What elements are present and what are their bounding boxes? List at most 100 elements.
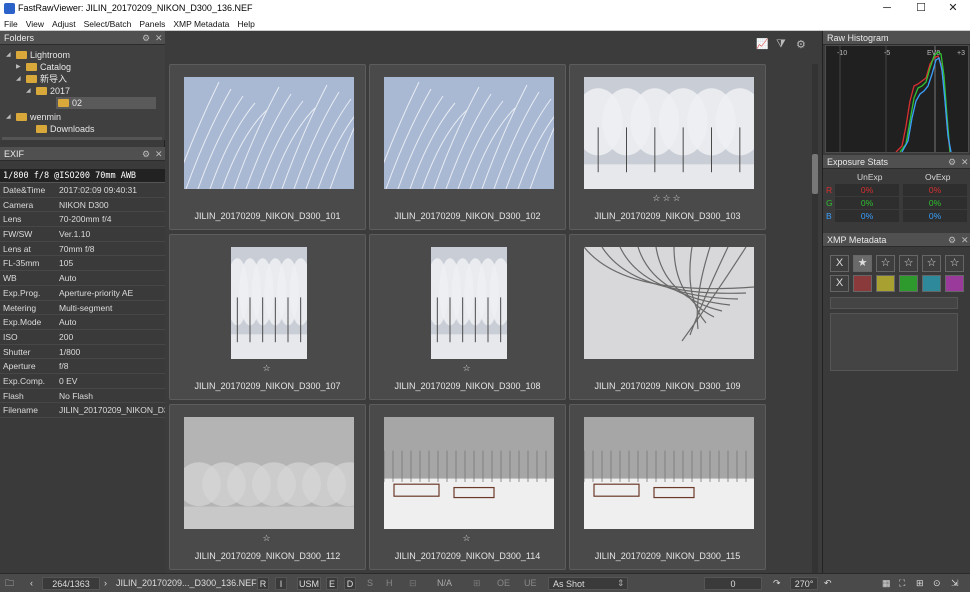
rotation-value[interactable]: 270° [790, 577, 818, 590]
rotate-icon[interactable]: ↷ [773, 577, 781, 590]
usm-toggle[interactable]: USM [297, 577, 321, 590]
rating-stars[interactable]: ☆ [170, 533, 365, 544]
maximize-button[interactable]: ☐ [904, 0, 938, 18]
exposure-value[interactable]: 0 [704, 577, 762, 590]
image-toggle[interactable]: I [275, 577, 287, 590]
settings-icon[interactable]: ⊙ [933, 577, 941, 590]
filter-icon[interactable]: ⧩ [776, 38, 786, 51]
tree-expander-icon[interactable]: ◢ [16, 73, 21, 85]
color-label-swatch[interactable] [922, 275, 941, 292]
thumbnail-image[interactable] [583, 247, 754, 359]
xmp-description-field[interactable] [830, 313, 958, 371]
star-icon[interactable]: ★ [853, 255, 872, 272]
thumbnail-cell[interactable]: JILIN_20170209_NIKON_D300_102 [369, 64, 566, 230]
close-icon[interactable]: ✕ [961, 233, 969, 247]
rating-stars[interactable]: ☆ [170, 363, 365, 374]
gear-icon[interactable]: ⚙ [796, 38, 806, 51]
histogram-toggle-icon[interactable]: 📈 [756, 39, 768, 50]
rating-stars[interactable]: ☆ [370, 363, 565, 374]
thumbnail-image[interactable] [430, 247, 507, 359]
thumbnail-image[interactable] [583, 77, 754, 189]
grid-scrollbar[interactable] [812, 64, 818, 573]
rating-stars[interactable]: ☆☆☆ [570, 193, 765, 204]
close-button[interactable]: ✕ [936, 0, 970, 18]
color-label-swatch[interactable] [899, 275, 918, 292]
compare-icon[interactable]: ⊞ [916, 577, 924, 590]
menu-file[interactable]: File [0, 18, 22, 30]
raw-toggle[interactable]: R [257, 577, 269, 590]
menu-view[interactable]: View [22, 18, 48, 30]
thumbnail-image[interactable] [183, 417, 354, 529]
folders-hscroll[interactable] [2, 137, 162, 140]
thumbnail-image[interactable] [230, 247, 307, 359]
grid-view-icon[interactable]: ▦ [882, 577, 891, 590]
star-icon[interactable]: ☆ [922, 255, 941, 272]
menu-adjust[interactable]: Adjust [48, 18, 80, 30]
thumbnail-cell[interactable]: JILIN_20170209_NIKON_D300_115 [569, 404, 766, 570]
next-icon[interactable]: › [104, 577, 107, 590]
fit-icon[interactable]: ⛶ [899, 577, 905, 590]
gear-icon[interactable]: ⚙ [142, 147, 150, 161]
thumbnail-cell[interactable]: JILIN_20170209_NIKON_D300_109 [569, 234, 766, 400]
folder-open-icon[interactable]: 🗀 [5, 577, 14, 590]
star-icon[interactable]: ☆ [876, 255, 895, 272]
thumbnail-cell[interactable]: ☆ JILIN_20170209_NIKON_D300_108 [369, 234, 566, 400]
s-toggle[interactable]: S [367, 577, 373, 590]
e-toggle[interactable]: E [326, 577, 338, 590]
menu-select-batch[interactable]: Select/Batch [80, 18, 136, 30]
menu-help[interactable]: Help [233, 18, 258, 30]
thumbnail-cell[interactable]: ☆ JILIN_20170209_NIKON_D300_107 [169, 234, 366, 400]
tree-expander-icon[interactable]: ▶ [16, 61, 21, 73]
star-icon[interactable]: ☆ [899, 255, 918, 272]
ue-toggle[interactable]: UE [524, 577, 537, 590]
tree-item-lightroom[interactable]: ◢ Lightroom [6, 49, 70, 61]
minimize-button[interactable]: ─ [870, 0, 904, 18]
thumbnail-image[interactable] [583, 417, 754, 529]
thumbnail-image[interactable] [183, 77, 354, 189]
oe-toggle[interactable]: OE [497, 577, 510, 590]
tree-expander-icon[interactable]: ◢ [6, 111, 11, 123]
gear-icon[interactable]: ⚙ [948, 233, 956, 247]
scrollbar-thumb[interactable] [812, 154, 818, 194]
h-toggle[interactable]: H [386, 577, 393, 590]
menu-panels[interactable]: Panels [135, 18, 169, 30]
tree-item-02[interactable]: 02 [56, 97, 156, 109]
tree-expander-icon[interactable]: ◢ [26, 85, 31, 97]
rating-stars[interactable]: ☆ [370, 533, 565, 544]
tree-item-import[interactable]: ◢ 新导入 [16, 73, 67, 85]
gear-icon[interactable]: ⚙ [142, 31, 150, 45]
color-label-swatch[interactable] [945, 275, 964, 292]
chevron-down-icon[interactable]: ⇕ [617, 577, 625, 590]
thumbnail-cell[interactable]: JILIN_20170209_NIKON_D300_101 [169, 64, 366, 230]
no-label-button[interactable]: X [830, 275, 849, 292]
tree-item-wenmin[interactable]: ◢ wenmin [6, 111, 61, 123]
close-icon[interactable]: ✕ [155, 31, 163, 45]
histogram-graph: -10 -5 EV0 +3 [837, 46, 965, 153]
color-label-swatch[interactable] [876, 275, 895, 292]
close-icon[interactable]: ✕ [155, 147, 163, 161]
minus-icon[interactable]: ⊟ [409, 577, 417, 590]
color-label-swatch[interactable] [853, 275, 872, 292]
export-icon[interactable]: ⇲ [951, 577, 959, 590]
tree-item-2017[interactable]: ◢ 2017 [26, 85, 70, 97]
gear-icon[interactable]: ⚙ [948, 155, 956, 169]
thumbnail-cell[interactable]: ☆ JILIN_20170209_NIKON_D300_114 [369, 404, 566, 570]
prev-icon[interactable]: ‹ [30, 577, 33, 590]
tree-item-downloads[interactable]: Downloads [36, 123, 95, 135]
reject-button[interactable]: X [830, 255, 849, 272]
plus-icon[interactable]: ⊞ [473, 577, 481, 590]
menu-xmp-metadata[interactable]: XMP Metadata [169, 18, 233, 30]
tree-expander-icon[interactable]: ◢ [6, 49, 11, 61]
star-icon[interactable]: ☆ [945, 255, 964, 272]
thumbnail-cell[interactable]: ☆ JILIN_20170209_NIKON_D300_112 [169, 404, 366, 570]
close-icon[interactable]: ✕ [961, 155, 969, 169]
exif-value: No Flash [59, 390, 94, 401]
xmp-field[interactable] [830, 297, 958, 309]
wb-select[interactable]: As Shot [548, 577, 628, 590]
d-toggle[interactable]: D [344, 577, 356, 590]
thumbnail-image[interactable] [383, 417, 554, 529]
rotate-ccw-icon[interactable]: ↶ [824, 577, 832, 590]
thumbnail-image[interactable] [383, 77, 554, 189]
tree-item-catalog[interactable]: ▶ Catalog [16, 61, 71, 73]
thumbnail-cell[interactable]: ☆☆☆ JILIN_20170209_NIKON_D300_103 [569, 64, 766, 230]
